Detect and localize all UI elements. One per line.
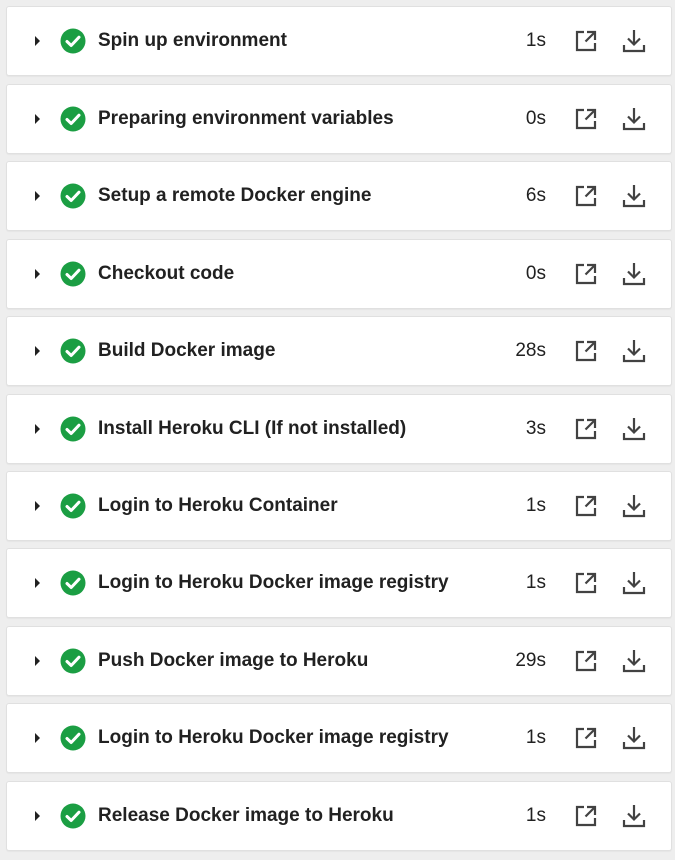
download-icon[interactable] [621, 183, 647, 209]
open-in-new-icon[interactable] [573, 570, 599, 596]
download-icon[interactable] [621, 338, 647, 364]
caret-right-icon[interactable] [35, 191, 40, 201]
open-in-new-icon[interactable] [573, 416, 599, 442]
step-row[interactable]: Preparing environment variables 0s [6, 84, 672, 154]
check-circle-icon [60, 183, 86, 209]
download-icon[interactable] [621, 570, 647, 596]
caret-right-icon[interactable] [35, 811, 40, 821]
step-name: Release Docker image to Heroku [98, 805, 394, 826]
step-duration: 0s [525, 263, 546, 284]
check-circle-icon [60, 416, 86, 442]
step-row[interactable]: Login to Heroku Docker image registry 1s [6, 703, 672, 773]
check-circle-icon [60, 803, 86, 829]
step-name: Login to Heroku Docker image registry [98, 572, 449, 593]
caret-right-icon[interactable] [35, 269, 40, 279]
step-row[interactable]: Build Docker image 28s [6, 316, 672, 386]
caret-right-icon[interactable] [35, 114, 40, 124]
step-duration: 1s [525, 727, 546, 748]
caret-right-icon[interactable] [35, 424, 40, 434]
step-row[interactable]: Setup a remote Docker engine 6s [6, 161, 672, 231]
download-icon[interactable] [621, 416, 647, 442]
open-in-new-icon[interactable] [573, 28, 599, 54]
caret-right-icon[interactable] [35, 501, 40, 511]
step-row[interactable]: Push Docker image to Heroku 29s [6, 626, 672, 696]
step-duration: 0s [525, 108, 546, 129]
caret-right-icon[interactable] [35, 36, 40, 46]
download-icon[interactable] [621, 28, 647, 54]
caret-right-icon[interactable] [35, 733, 40, 743]
check-circle-icon [60, 261, 86, 287]
check-circle-icon [60, 28, 86, 54]
step-duration: 3s [525, 418, 546, 439]
download-icon[interactable] [621, 493, 647, 519]
step-row[interactable]: Login to Heroku Docker image registry 1s [6, 548, 672, 618]
download-icon[interactable] [621, 803, 647, 829]
caret-right-icon[interactable] [35, 578, 40, 588]
open-in-new-icon[interactable] [573, 261, 599, 287]
check-circle-icon [60, 648, 86, 674]
open-in-new-icon[interactable] [573, 648, 599, 674]
download-icon[interactable] [621, 725, 647, 751]
check-circle-icon [60, 106, 86, 132]
step-duration: 1s [525, 495, 546, 516]
step-duration: 1s [525, 30, 546, 51]
step-name: Preparing environment variables [98, 108, 394, 129]
download-icon[interactable] [621, 106, 647, 132]
caret-right-icon[interactable] [35, 346, 40, 356]
open-in-new-icon[interactable] [573, 106, 599, 132]
step-name: Login to Heroku Container [98, 495, 338, 516]
step-name: Spin up environment [98, 30, 287, 51]
step-row[interactable]: Install Heroku CLI (If not installed) 3s [6, 394, 672, 464]
step-name: Build Docker image [98, 340, 276, 361]
step-name: Checkout code [98, 263, 235, 284]
step-row[interactable]: Login to Heroku Container 1s [6, 471, 672, 541]
step-row[interactable]: Spin up environment 1s [6, 6, 672, 76]
step-name: Install Heroku CLI (If not installed) [98, 418, 407, 439]
check-circle-icon [60, 725, 86, 751]
step-duration: 29s [515, 650, 546, 671]
open-in-new-icon[interactable] [573, 725, 599, 751]
step-name: Setup a remote Docker engine [98, 185, 372, 206]
caret-right-icon[interactable] [35, 656, 40, 666]
open-in-new-icon[interactable] [573, 803, 599, 829]
step-name: Push Docker image to Heroku [98, 650, 369, 671]
check-circle-icon [60, 570, 86, 596]
download-icon[interactable] [621, 648, 647, 674]
open-in-new-icon[interactable] [573, 183, 599, 209]
open-in-new-icon[interactable] [573, 338, 599, 364]
step-row[interactable]: Release Docker image to Heroku 1s [6, 781, 672, 851]
check-circle-icon [60, 338, 86, 364]
step-duration: 28s [515, 340, 546, 361]
step-duration: 1s [525, 572, 546, 593]
step-name: Login to Heroku Docker image registry [98, 727, 449, 748]
step-row[interactable]: Checkout code 0s [6, 239, 672, 309]
step-duration: 1s [525, 805, 546, 826]
check-circle-icon [60, 493, 86, 519]
download-icon[interactable] [621, 261, 647, 287]
step-duration: 6s [525, 185, 546, 206]
open-in-new-icon[interactable] [573, 493, 599, 519]
step-list: Spin up environment 1s Preparing environ… [0, 0, 675, 860]
